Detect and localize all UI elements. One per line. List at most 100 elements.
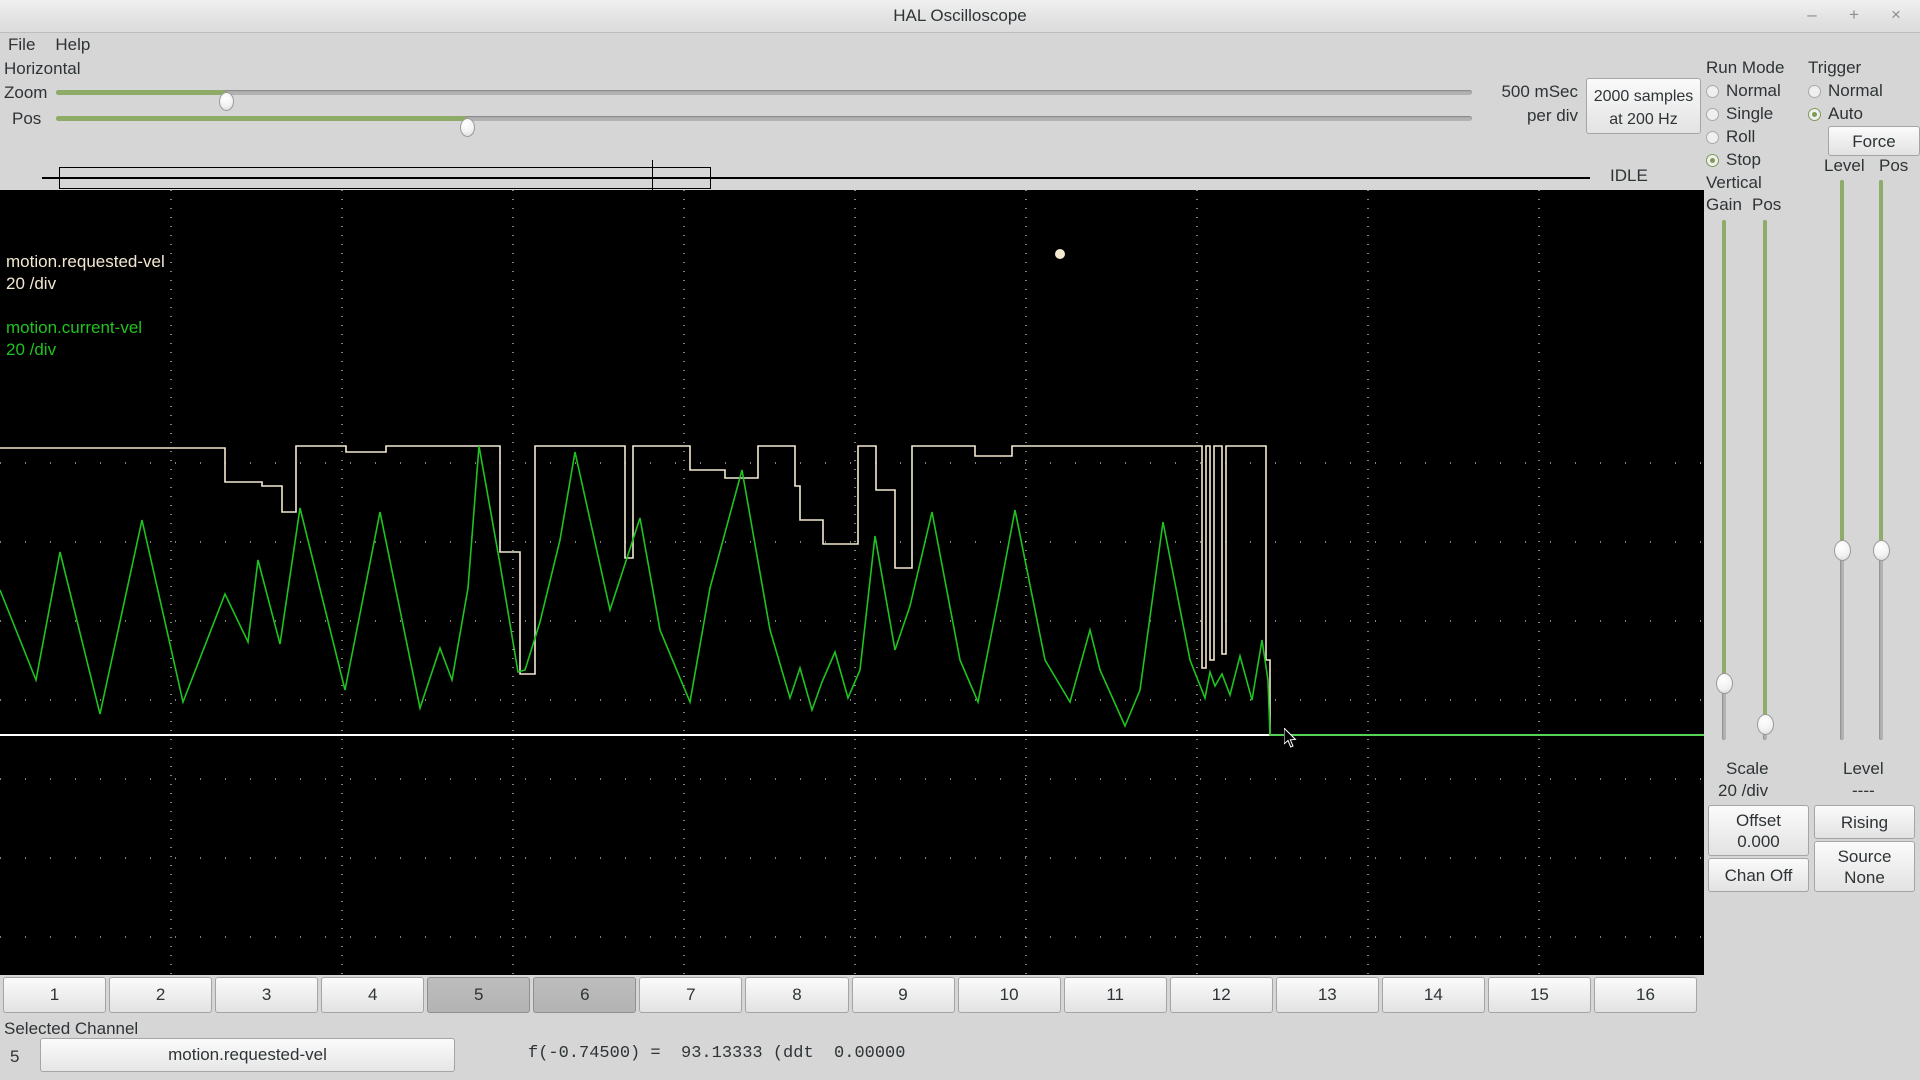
horizontal-extent-bar[interactable] bbox=[0, 156, 1600, 196]
run-mode-option-stop-label: Stop bbox=[1726, 150, 1761, 169]
close-icon[interactable]: × bbox=[1886, 5, 1906, 25]
trigger-source-value: None bbox=[1844, 867, 1885, 887]
vertical-offset-button[interactable]: Offset 0.000 bbox=[1708, 805, 1809, 856]
channel-button-16[interactable]: 16 bbox=[1593, 977, 1697, 1013]
radio-indicator bbox=[1706, 107, 1719, 121]
time-per-div-unit: per div bbox=[1526, 106, 1578, 125]
vertical-pos-slider-handle[interactable] bbox=[1757, 714, 1774, 736]
run-mode-option-stop[interactable]: Stop bbox=[1706, 150, 1761, 170]
run-mode-title: Run Mode bbox=[1706, 58, 1785, 77]
window-title: HAL Oscilloscope bbox=[893, 6, 1027, 25]
radio-indicator bbox=[1706, 130, 1719, 144]
vertical-gain-label: Gain bbox=[1706, 195, 1742, 214]
zoom-slider[interactable] bbox=[56, 90, 1472, 111]
radio-indicator bbox=[1706, 84, 1719, 98]
value-readout: f(-0.74500) = 93.13333 (ddt 0.00000 bbox=[528, 1044, 906, 1063]
trigger-edge-button[interactable]: Rising bbox=[1814, 805, 1915, 839]
vertical-pos-slider[interactable] bbox=[1757, 220, 1774, 740]
run-mode-option-roll[interactable]: Roll bbox=[1706, 127, 1755, 147]
title-bar: HAL Oscilloscope – + × bbox=[0, 0, 1920, 33]
channel-button-9[interactable]: 9 bbox=[851, 977, 955, 1013]
horizontal-section-label: Horizontal bbox=[4, 59, 81, 78]
channel-button-4[interactable]: 4 bbox=[321, 977, 425, 1013]
trigger-option-normal-label: Normal bbox=[1828, 81, 1883, 100]
trigger-level-slider-handle[interactable] bbox=[1834, 539, 1851, 561]
zoom-slider-row: Zoom bbox=[0, 81, 1500, 111]
trigger-pos-slider[interactable] bbox=[1873, 180, 1890, 740]
pos-label: Pos bbox=[12, 109, 42, 128]
menu-item-help[interactable]: Help bbox=[53, 33, 92, 57]
channel-button-12[interactable]: 12 bbox=[1169, 977, 1273, 1013]
channel-button-8[interactable]: 8 bbox=[745, 977, 849, 1013]
channel-label-requested-vel: motion.requested-vel bbox=[6, 252, 165, 271]
trigger-option-auto[interactable]: Auto bbox=[1808, 104, 1863, 124]
vertical-gain-slider[interactable] bbox=[1716, 220, 1733, 740]
vertical-scale-value: 20 /div bbox=[1718, 781, 1769, 800]
vertical-offset-label: Offset bbox=[1735, 810, 1782, 830]
minimize-icon[interactable]: – bbox=[1802, 5, 1822, 25]
trigger-level-label: Level bbox=[1824, 156, 1865, 175]
hal-oscilloscope-window: HAL Oscilloscope – + × File Help Horizon… bbox=[0, 0, 1920, 1080]
chan-off-button[interactable]: Chan Off bbox=[1708, 858, 1809, 892]
sample-rate-button[interactable]: 2000 samples at 200 Hz bbox=[1586, 78, 1701, 134]
channel-button-10[interactable]: 10 bbox=[957, 977, 1061, 1013]
force-trigger-button[interactable]: Force bbox=[1828, 126, 1920, 156]
vertical-gain-slider-handle[interactable] bbox=[1716, 672, 1733, 694]
channel-button-bar: 1 2 3 4 5 6 7 8 9 10 11 12 13 14 15 16 bbox=[0, 977, 1700, 1015]
maximize-icon[interactable]: + bbox=[1844, 5, 1864, 25]
channel-scale-requested-vel: 20 /div bbox=[6, 274, 57, 293]
radio-indicator bbox=[1808, 84, 1821, 98]
trigger-level-title: Level bbox=[1843, 759, 1884, 778]
pos-slider-row: Pos bbox=[0, 107, 1500, 137]
menu-item-file[interactable]: File bbox=[6, 33, 37, 57]
pos-slider-fill bbox=[56, 116, 467, 121]
slider-fill bbox=[1879, 180, 1883, 550]
mouse-cursor bbox=[1283, 726, 1297, 748]
channel-button-3[interactable]: 3 bbox=[215, 977, 319, 1013]
grid-horizontal-lines bbox=[0, 462, 1704, 938]
vertical-offset-value: 0.000 bbox=[1737, 831, 1780, 851]
radio-indicator bbox=[1808, 107, 1821, 121]
trigger-option-normal[interactable]: Normal bbox=[1808, 81, 1883, 101]
vertical-pos-label: Pos bbox=[1752, 195, 1782, 214]
trigger-pos-slider-handle[interactable] bbox=[1873, 539, 1890, 561]
run-mode-option-normal-label: Normal bbox=[1726, 81, 1781, 100]
trace-motion-current-vel bbox=[0, 445, 1704, 736]
run-mode-option-normal[interactable]: Normal bbox=[1706, 81, 1781, 101]
scope-display[interactable]: motion.requested-vel 20 /div motion.curr… bbox=[0, 190, 1704, 975]
trigger-source-label: Source bbox=[1837, 846, 1892, 866]
trigger-pos-label: Pos bbox=[1879, 156, 1909, 175]
time-per-div-value: 500 mSec bbox=[1501, 82, 1578, 101]
grid-vertical-lines bbox=[170, 190, 1540, 975]
slider-fill bbox=[1722, 220, 1726, 683]
trigger-point-marker[interactable] bbox=[1055, 249, 1065, 259]
sample-rate-label: at 200 Hz bbox=[1609, 111, 1678, 128]
channel-label-current-vel: motion.current-vel bbox=[6, 318, 143, 337]
trigger-level-slider[interactable] bbox=[1834, 180, 1851, 740]
channel-button-14[interactable]: 14 bbox=[1381, 977, 1485, 1013]
channel-button-11[interactable]: 11 bbox=[1063, 977, 1167, 1013]
channel-button-1[interactable]: 1 bbox=[3, 977, 107, 1013]
trigger-option-auto-label: Auto bbox=[1828, 104, 1863, 123]
menu-bar: File Help bbox=[6, 33, 92, 57]
vertical-scale-title: Scale bbox=[1726, 759, 1769, 778]
channel-button-5[interactable]: 5 bbox=[427, 977, 531, 1013]
zoom-label: Zoom bbox=[4, 83, 48, 102]
zoom-slider-fill bbox=[56, 90, 226, 95]
trace-motion-requested-vel bbox=[0, 445, 1271, 735]
sample-count-label: 2000 samples bbox=[1593, 88, 1694, 105]
channel-button-2[interactable]: 2 bbox=[109, 977, 213, 1013]
channel-button-7[interactable]: 7 bbox=[639, 977, 743, 1013]
selected-signal-button[interactable]: motion.requested-vel bbox=[40, 1038, 455, 1072]
channel-button-15[interactable]: 15 bbox=[1487, 977, 1591, 1013]
pos-slider-handle[interactable] bbox=[459, 118, 475, 137]
trigger-level-value: ---- bbox=[1852, 781, 1875, 800]
pos-slider[interactable] bbox=[56, 116, 1472, 137]
window-controls: – + × bbox=[1802, 5, 1906, 25]
trigger-source-button[interactable]: Source None bbox=[1814, 841, 1915, 892]
channel-button-6[interactable]: 6 bbox=[533, 977, 637, 1013]
extent-window[interactable] bbox=[59, 167, 711, 189]
vertical-title: Vertical bbox=[1706, 173, 1762, 192]
run-mode-option-single[interactable]: Single bbox=[1706, 104, 1773, 124]
channel-button-13[interactable]: 13 bbox=[1275, 977, 1379, 1013]
